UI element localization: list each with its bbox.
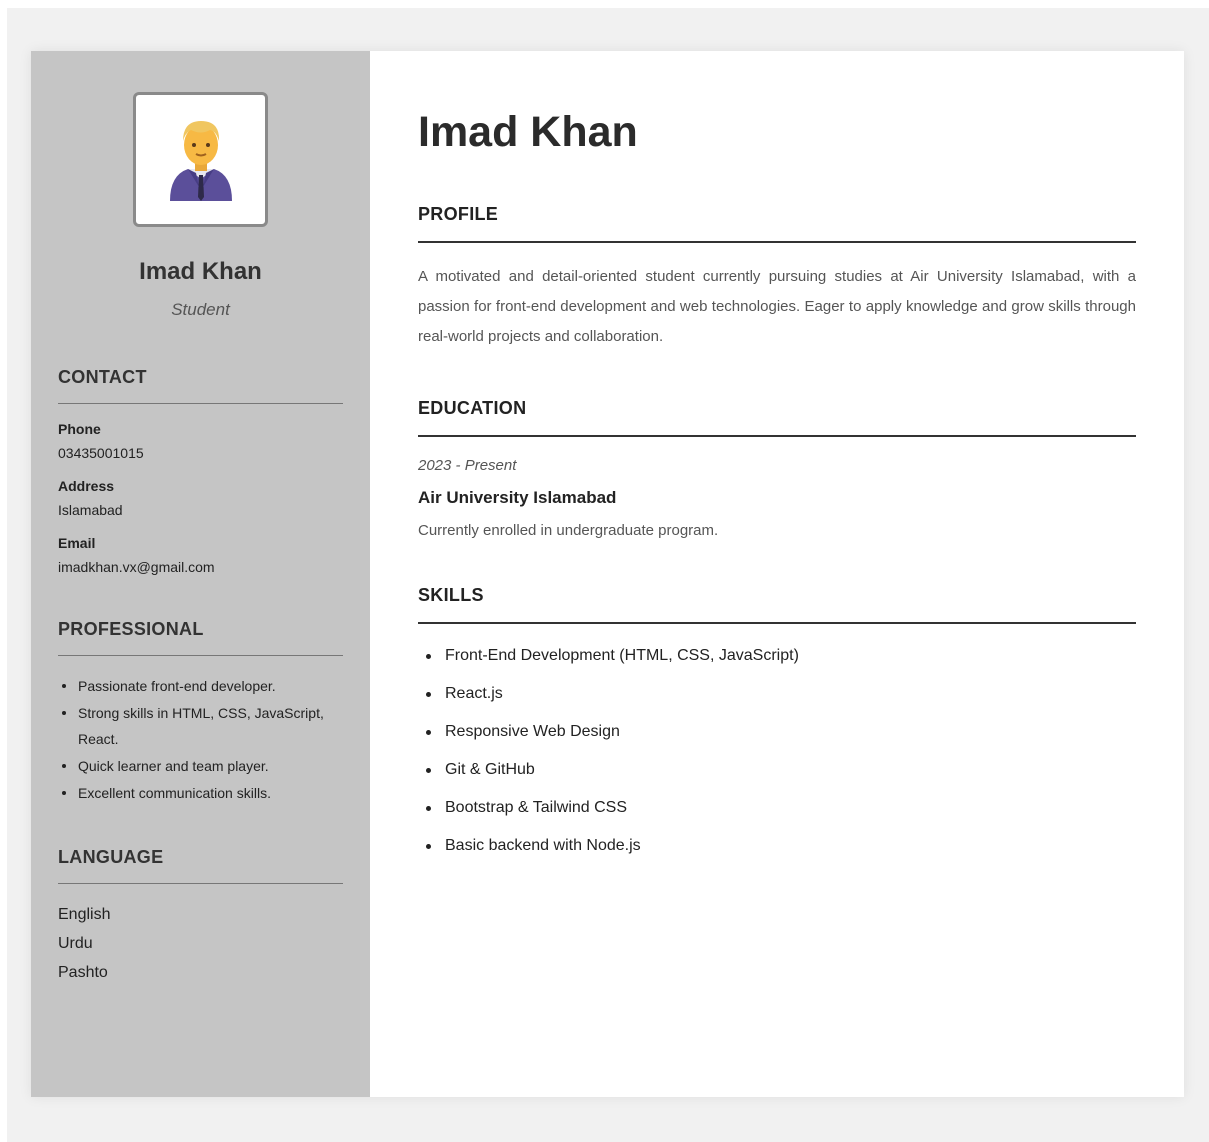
- contact-value: 03435001015: [58, 445, 144, 461]
- professional-heading: PROFESSIONAL: [58, 619, 204, 639]
- contact-email: Email imadkhan.vx@gmail.com: [58, 535, 343, 575]
- list-item: Quick learner and team player.: [58, 753, 343, 779]
- contact-label: Phone: [58, 421, 101, 437]
- skills-section: SKILLS Front-End Development (HTML, CSS,…: [418, 585, 1136, 856]
- list-item: English: [58, 906, 111, 923]
- list-item: Pashto: [58, 964, 108, 981]
- resume-card: Imad Khan Student CONTACT Phone 03435001…: [31, 51, 1184, 1097]
- divider: [58, 883, 343, 884]
- language-list: English Urdu Pashto: [58, 900, 343, 987]
- list-item: Basic backend with Node.js: [418, 836, 1136, 856]
- list-item: Git & GitHub: [418, 760, 1136, 780]
- profile-section: PROFILE A motivated and detail-oriented …: [418, 204, 1136, 352]
- divider: [58, 655, 343, 656]
- list-item: Responsive Web Design: [418, 722, 1136, 742]
- skills-heading: SKILLS: [418, 585, 484, 605]
- list-item: Excellent communication skills.: [58, 780, 343, 806]
- divider: [418, 435, 1136, 437]
- profile-heading: PROFILE: [418, 204, 499, 224]
- list-item: Passionate front-end developer.: [58, 673, 343, 699]
- list-item: Strong skills in HTML, CSS, JavaScript, …: [58, 700, 343, 752]
- education-date: 2023 - Present: [418, 457, 517, 474]
- profile-text: A motivated and detail-oriented student …: [418, 268, 1136, 345]
- language-heading: LANGUAGE: [58, 847, 164, 867]
- avatar: [133, 92, 268, 227]
- divider: [418, 241, 1136, 243]
- contact-value: Islamabad: [58, 502, 123, 518]
- list-item: Urdu: [58, 935, 93, 952]
- sidebar-name: Imad Khan: [139, 258, 262, 285]
- professional-list: Passionate front-end developer. Strong s…: [58, 673, 343, 806]
- person-in-suit-icon: [169, 120, 232, 201]
- divider: [58, 403, 343, 404]
- sidebar-role: Student: [171, 300, 230, 319]
- contact-heading: CONTACT: [58, 367, 147, 387]
- main-content: Imad Khan PROFILE A motivated and detail…: [370, 51, 1184, 1097]
- contact-address: Address Islamabad: [58, 478, 343, 518]
- contact-phone: Phone 03435001015: [58, 421, 343, 461]
- education-school: Air University Islamabad: [418, 488, 617, 507]
- divider: [418, 622, 1136, 624]
- sidebar: Imad Khan Student CONTACT Phone 03435001…: [31, 51, 370, 1097]
- professional-section: PROFESSIONAL Passionate front-end develo…: [58, 619, 343, 806]
- education-section: EDUCATION 2023 - Present Air University …: [418, 398, 1136, 539]
- list-item: Front-End Development (HTML, CSS, JavaSc…: [418, 646, 1136, 666]
- contact-value: imadkhan.vx@gmail.com: [58, 559, 215, 575]
- contact-label: Email: [58, 535, 96, 551]
- list-item: Bootstrap & Tailwind CSS: [418, 798, 1136, 818]
- contact-label: Address: [58, 478, 115, 494]
- contact-section: CONTACT Phone 03435001015 Address Islama…: [58, 367, 343, 575]
- language-section: LANGUAGE English Urdu Pashto: [58, 847, 343, 987]
- page-title: Imad Khan: [418, 108, 638, 156]
- list-item: React.js: [418, 684, 1136, 704]
- education-heading: EDUCATION: [418, 398, 527, 418]
- education-description: Currently enrolled in undergraduate prog…: [418, 522, 719, 539]
- skills-list: Front-End Development (HTML, CSS, JavaSc…: [418, 646, 1136, 856]
